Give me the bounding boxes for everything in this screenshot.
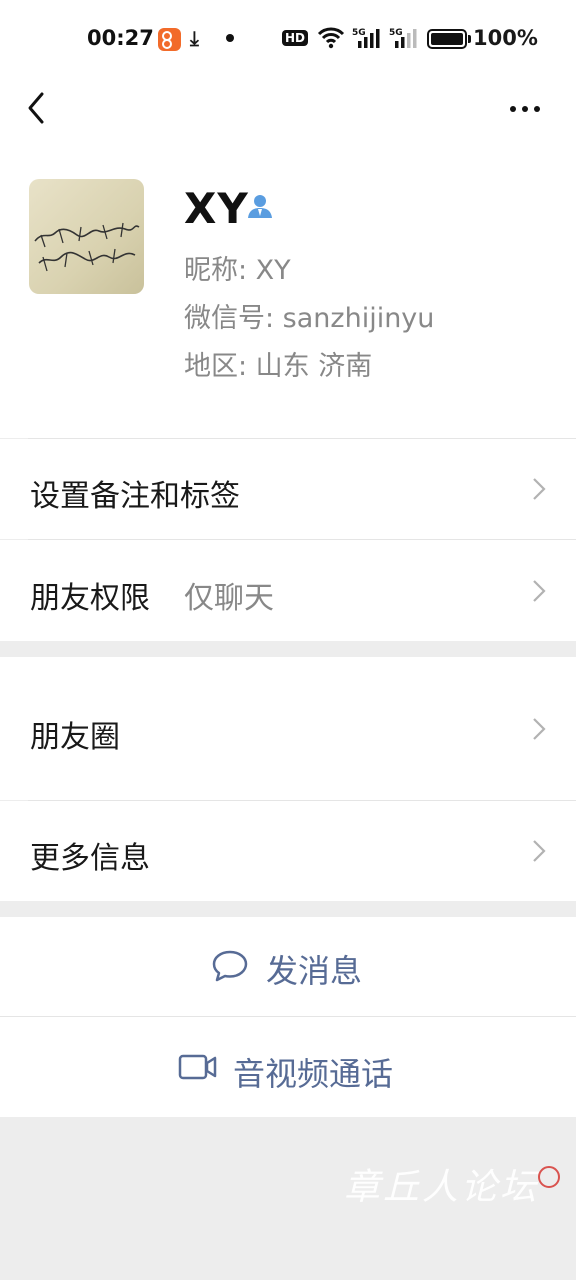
battery-percent: 100% xyxy=(473,26,538,50)
friend-permission-value: 仅聊天 xyxy=(184,581,274,616)
status-bar: 00:27 ⤓ HD 5G 5G 100% xyxy=(0,0,576,80)
chevron-right-icon xyxy=(533,840,546,862)
person-icon xyxy=(248,195,272,218)
chevron-right-icon xyxy=(533,718,546,740)
video-call-label: 音视频通话 xyxy=(233,1055,394,1093)
remark-tags-row[interactable]: 设置备注和标签 xyxy=(0,439,576,539)
watermark: 章丘人论坛 xyxy=(338,1140,568,1230)
back-arrow-icon xyxy=(28,92,44,124)
avatar-handwriting-image xyxy=(34,222,140,272)
send-message-button[interactable]: 发消息 xyxy=(0,917,576,1016)
remark-tags-label: 设置备注和标签 xyxy=(30,479,240,514)
svg-text:5G: 5G xyxy=(389,28,403,38)
app-notification-icon xyxy=(158,28,181,51)
send-message-label: 发消息 xyxy=(266,952,363,990)
nav-bar xyxy=(0,80,576,136)
video-call-button[interactable]: 音视频通话 xyxy=(0,1017,576,1117)
region-text: 地区: 山东 济南 xyxy=(184,351,373,382)
more-info-row[interactable]: 更多信息 xyxy=(0,801,576,901)
more-dot xyxy=(522,106,528,112)
chevron-right-icon xyxy=(533,478,546,500)
more-dot xyxy=(534,106,540,112)
svg-text:5G: 5G xyxy=(352,28,366,38)
signal-5g-icon: 5G xyxy=(352,28,380,48)
avatar[interactable] xyxy=(29,179,144,294)
download-icon: ⤓ xyxy=(190,26,199,50)
more-options-button[interactable] xyxy=(500,88,550,128)
moments-label: 朋友圈 xyxy=(30,720,120,755)
moments-row[interactable]: 朋友圈 xyxy=(0,657,576,800)
video-camera-icon xyxy=(178,1054,217,1080)
chat-bubble-icon xyxy=(212,950,248,982)
battery-icon xyxy=(427,29,471,49)
contact-name: XY xyxy=(184,184,249,233)
wifi-icon xyxy=(317,27,345,49)
friend-permission-label: 朋友权限 xyxy=(30,581,150,616)
status-time: 00:27 xyxy=(87,26,154,50)
hd-badge: HD xyxy=(282,30,309,46)
more-info-label: 更多信息 xyxy=(30,841,150,876)
watermark-seal xyxy=(538,1166,560,1188)
nickname-text: 昵称: XY xyxy=(184,255,291,286)
watermark-text: 章丘人论坛 xyxy=(344,1167,540,1208)
back-button[interactable] xyxy=(22,88,62,128)
profile-card: XY 昵称: XY 微信号: sanzhijinyu 地区: 山东 济南 xyxy=(0,136,576,438)
chevron-right-icon xyxy=(533,580,546,602)
notification-dot-icon xyxy=(226,34,234,42)
wechat-id-text: 微信号: sanzhijinyu xyxy=(184,303,435,334)
signal-5g-icon-2: 5G xyxy=(389,28,417,48)
more-dots-icon xyxy=(510,106,516,112)
friend-permission-row[interactable]: 朋友权限 仅聊天 xyxy=(0,540,576,641)
